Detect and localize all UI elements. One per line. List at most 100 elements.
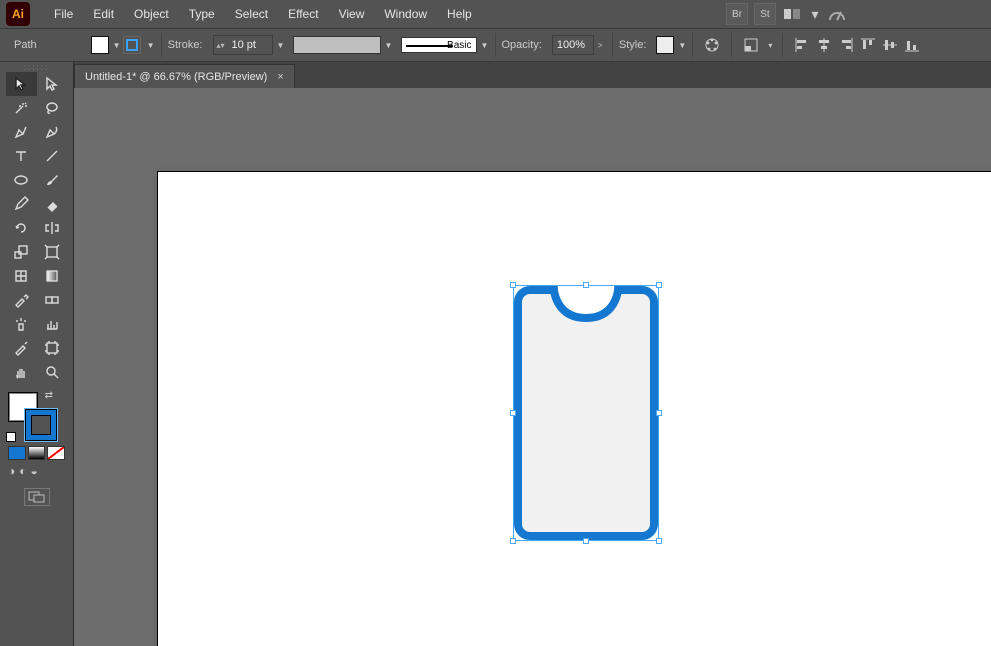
- handle-bottom-mid[interactable]: [583, 538, 589, 544]
- stroke-weight-dropdown-icon[interactable]: ▼: [273, 41, 285, 50]
- type-tool[interactable]: [6, 144, 37, 168]
- zoom-tool[interactable]: [37, 360, 68, 384]
- default-fill-stroke-icon[interactable]: [6, 432, 16, 442]
- control-bar: Path ▼ ▼ Stroke: ▴▾ 10 pt ▼ ▼ Basic ▼ Op…: [0, 28, 991, 62]
- draw-behind-icon[interactable]: ◐: [19, 464, 26, 478]
- curvature-tool[interactable]: [37, 120, 68, 144]
- handle-top-right[interactable]: [656, 282, 662, 288]
- column-graph-tool[interactable]: [37, 312, 68, 336]
- graphic-style-swatch[interactable]: [656, 36, 674, 54]
- handle-bottom-left[interactable]: [510, 538, 516, 544]
- stroke-dropdown-icon[interactable]: ▼: [143, 41, 155, 50]
- tools-panel-grip-icon[interactable]: ::::::: [0, 62, 73, 72]
- draw-normal-icon[interactable]: ◑: [8, 464, 15, 478]
- selection-type-label: Path: [0, 39, 47, 51]
- canvas-area[interactable]: [74, 88, 991, 646]
- artboard[interactable]: [158, 172, 991, 646]
- handle-bottom-right[interactable]: [656, 538, 662, 544]
- eyedropper-tool[interactable]: [6, 288, 37, 312]
- menu-view[interactable]: View: [329, 3, 375, 25]
- direct-selection-tool[interactable]: [37, 72, 68, 96]
- slice-tool[interactable]: [6, 336, 37, 360]
- handle-top-mid[interactable]: [583, 282, 589, 288]
- swap-fill-stroke-icon[interactable]: ⇄: [45, 390, 53, 401]
- fill-swatch[interactable]: [91, 36, 109, 54]
- draw-inside-icon[interactable]: ◒: [31, 464, 38, 478]
- bridge-icon[interactable]: Br: [726, 3, 748, 25]
- rotate-tool[interactable]: [6, 216, 37, 240]
- screen-mode-icon[interactable]: [24, 488, 50, 506]
- stroke-swatch[interactable]: [123, 36, 141, 54]
- close-tab-icon[interactable]: ×: [277, 71, 283, 83]
- menu-object[interactable]: Object: [124, 3, 179, 25]
- brush-name-label: Basic: [447, 40, 471, 51]
- document-tab[interactable]: Untitled-1* @ 66.67% (RGB/Preview) ×: [74, 64, 295, 88]
- menu-window[interactable]: Window: [374, 3, 437, 25]
- eraser-tool[interactable]: [37, 192, 68, 216]
- align-top-icon[interactable]: [859, 36, 877, 54]
- handle-right-mid[interactable]: [656, 410, 662, 416]
- drawing-mode-row: ◑ ◐ ◒: [0, 462, 73, 480]
- stock-icon[interactable]: St: [754, 3, 776, 25]
- align-bottom-icon[interactable]: [903, 36, 921, 54]
- lasso-tool[interactable]: [37, 96, 68, 120]
- selection-outline: [513, 285, 659, 541]
- menu-effect[interactable]: Effect: [278, 3, 328, 25]
- menu-help[interactable]: Help: [437, 3, 482, 25]
- blend-tool[interactable]: [37, 288, 68, 312]
- color-mode-gradient[interactable]: [28, 446, 46, 460]
- main-menubar: Ai File Edit Object Type Select Effect V…: [0, 0, 991, 28]
- variable-width-dropdown-icon[interactable]: ▼: [381, 41, 393, 50]
- stroke-label: Stroke:: [168, 39, 213, 51]
- variable-width-profile[interactable]: [293, 36, 381, 54]
- align-right-icon[interactable]: [837, 36, 855, 54]
- arrange-docs-icon[interactable]: [782, 3, 804, 25]
- line-tool[interactable]: [37, 144, 68, 168]
- selection-tool[interactable]: [6, 72, 37, 96]
- color-mode-none[interactable]: [47, 446, 65, 460]
- fill-dropdown-icon[interactable]: ▼: [109, 41, 121, 50]
- scale-tool[interactable]: [6, 240, 37, 264]
- symbol-sprayer-tool[interactable]: [6, 312, 37, 336]
- menu-edit[interactable]: Edit: [83, 3, 124, 25]
- menu-file[interactable]: File: [44, 3, 83, 25]
- menu-type[interactable]: Type: [179, 3, 225, 25]
- color-mode-solid[interactable]: [8, 446, 26, 460]
- arrange-docs-dropdown-icon[interactable]: ▾: [810, 3, 820, 25]
- mesh-tool[interactable]: [6, 264, 37, 288]
- align-left-icon[interactable]: [793, 36, 811, 54]
- pencil-tool[interactable]: [6, 192, 37, 216]
- opacity-field[interactable]: 100%: [552, 35, 594, 55]
- handle-top-left[interactable]: [510, 282, 516, 288]
- menu-select[interactable]: Select: [225, 3, 278, 25]
- handle-left-mid[interactable]: [510, 410, 516, 416]
- stroke-weight-value[interactable]: 10 pt: [228, 39, 272, 51]
- gradient-tool[interactable]: [37, 264, 68, 288]
- artboard-tool[interactable]: [37, 336, 68, 360]
- magic-wand-tool[interactable]: [6, 96, 37, 120]
- selected-object-bbox[interactable]: [514, 286, 658, 540]
- align-to-icon[interactable]: [742, 36, 760, 54]
- fill-stroke-control[interactable]: ⇄: [6, 390, 67, 442]
- hand-tool[interactable]: [6, 360, 37, 384]
- gpu-perf-icon[interactable]: [826, 3, 848, 25]
- style-dropdown-icon[interactable]: ▼: [674, 41, 686, 50]
- paintbrush-tool[interactable]: [37, 168, 68, 192]
- stroke-weight-stepper-icon[interactable]: ▴▾: [214, 41, 228, 50]
- recolor-artwork-icon[interactable]: [703, 36, 721, 54]
- reflect-tool[interactable]: [37, 216, 68, 240]
- color-mode-row: [0, 444, 73, 462]
- free-transform-tool[interactable]: [37, 240, 68, 264]
- stroke-weight-field[interactable]: ▴▾ 10 pt: [213, 35, 273, 55]
- ellipse-tool[interactable]: [6, 168, 37, 192]
- pen-tool[interactable]: [6, 120, 37, 144]
- align-hcenter-icon[interactable]: [815, 36, 833, 54]
- brush-dropdown-icon[interactable]: ▼: [477, 41, 489, 50]
- brush-definition[interactable]: Basic: [401, 37, 477, 53]
- align-vcenter-icon[interactable]: [881, 36, 899, 54]
- align-to-dropdown-icon[interactable]: ▾: [764, 41, 776, 50]
- opacity-dropdown-icon[interactable]: >: [594, 41, 606, 50]
- opacity-value[interactable]: 100%: [553, 39, 593, 51]
- stroke-color-box[interactable]: [26, 410, 56, 440]
- align-group-vertical: [859, 36, 921, 54]
